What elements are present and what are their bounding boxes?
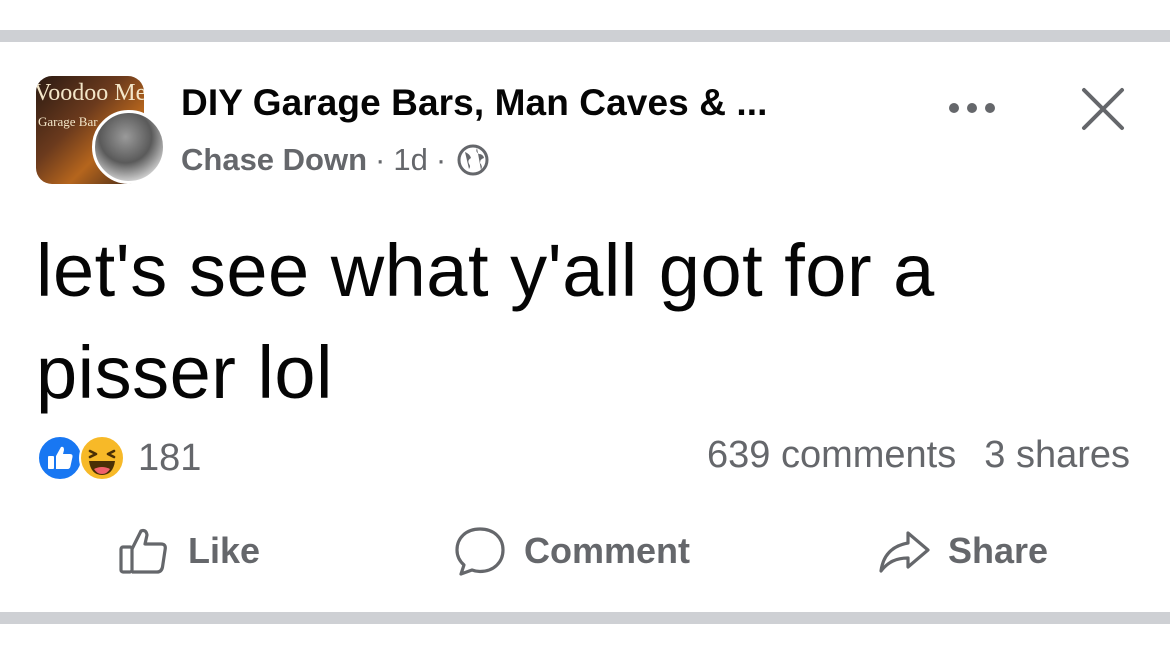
feed-divider-bottom (0, 612, 1170, 624)
author-name-link[interactable]: Chase Down (181, 142, 367, 178)
group-avatar-title: Voodoo Me (36, 80, 144, 106)
like-reaction-icon (36, 434, 84, 482)
post-avatars[interactable]: Voodoo Me Garage Bar (36, 76, 166, 186)
group-avatar-subtitle: Garage Bar (38, 114, 98, 129)
comment-label: Comment (524, 530, 691, 571)
post-text: let's see what y'all got for a pisser lo… (36, 220, 1126, 424)
haha-reaction-icon (78, 434, 126, 482)
like-label: Like (188, 530, 261, 571)
shares-count-link[interactable]: 3 shares (984, 434, 1130, 477)
group-name-link[interactable]: DIY Garage Bars, Man Caves & ... (181, 82, 768, 124)
action-bar: Like Comment Share (0, 518, 1170, 584)
more-options-button[interactable] (944, 88, 1000, 128)
author-avatar[interactable] (92, 110, 166, 184)
globe-icon (456, 143, 490, 177)
comments-count-link[interactable]: 639 comments (707, 434, 956, 477)
post-card: Voodoo Me Garage Bar DIY Garage Bars, Ma… (0, 42, 1170, 612)
like-button[interactable]: Like (116, 518, 260, 584)
comment-button[interactable]: Comment (452, 518, 690, 584)
share-arrow-icon (879, 531, 930, 573)
reaction-count: 181 (138, 436, 202, 479)
share-button[interactable]: Share (876, 518, 1048, 584)
thumbs-up-icon (119, 528, 167, 574)
post-stats: 639 comments 3 shares (707, 434, 1130, 477)
post-meta: Chase Down · 1d · (181, 142, 490, 178)
close-icon[interactable] (1076, 82, 1130, 136)
post-text-line: let's see what y'all got for a (36, 229, 935, 312)
post-timestamp[interactable]: 1d (393, 142, 427, 178)
meta-separator: · (375, 142, 386, 177)
share-label: Share (948, 530, 1049, 571)
reactions-summary[interactable]: 181 (36, 430, 201, 486)
meta-separator: · (435, 142, 447, 177)
feed-divider-top (0, 30, 1170, 42)
post-text-line: pisser lol (36, 331, 333, 414)
comment-bubble-icon (455, 527, 505, 576)
